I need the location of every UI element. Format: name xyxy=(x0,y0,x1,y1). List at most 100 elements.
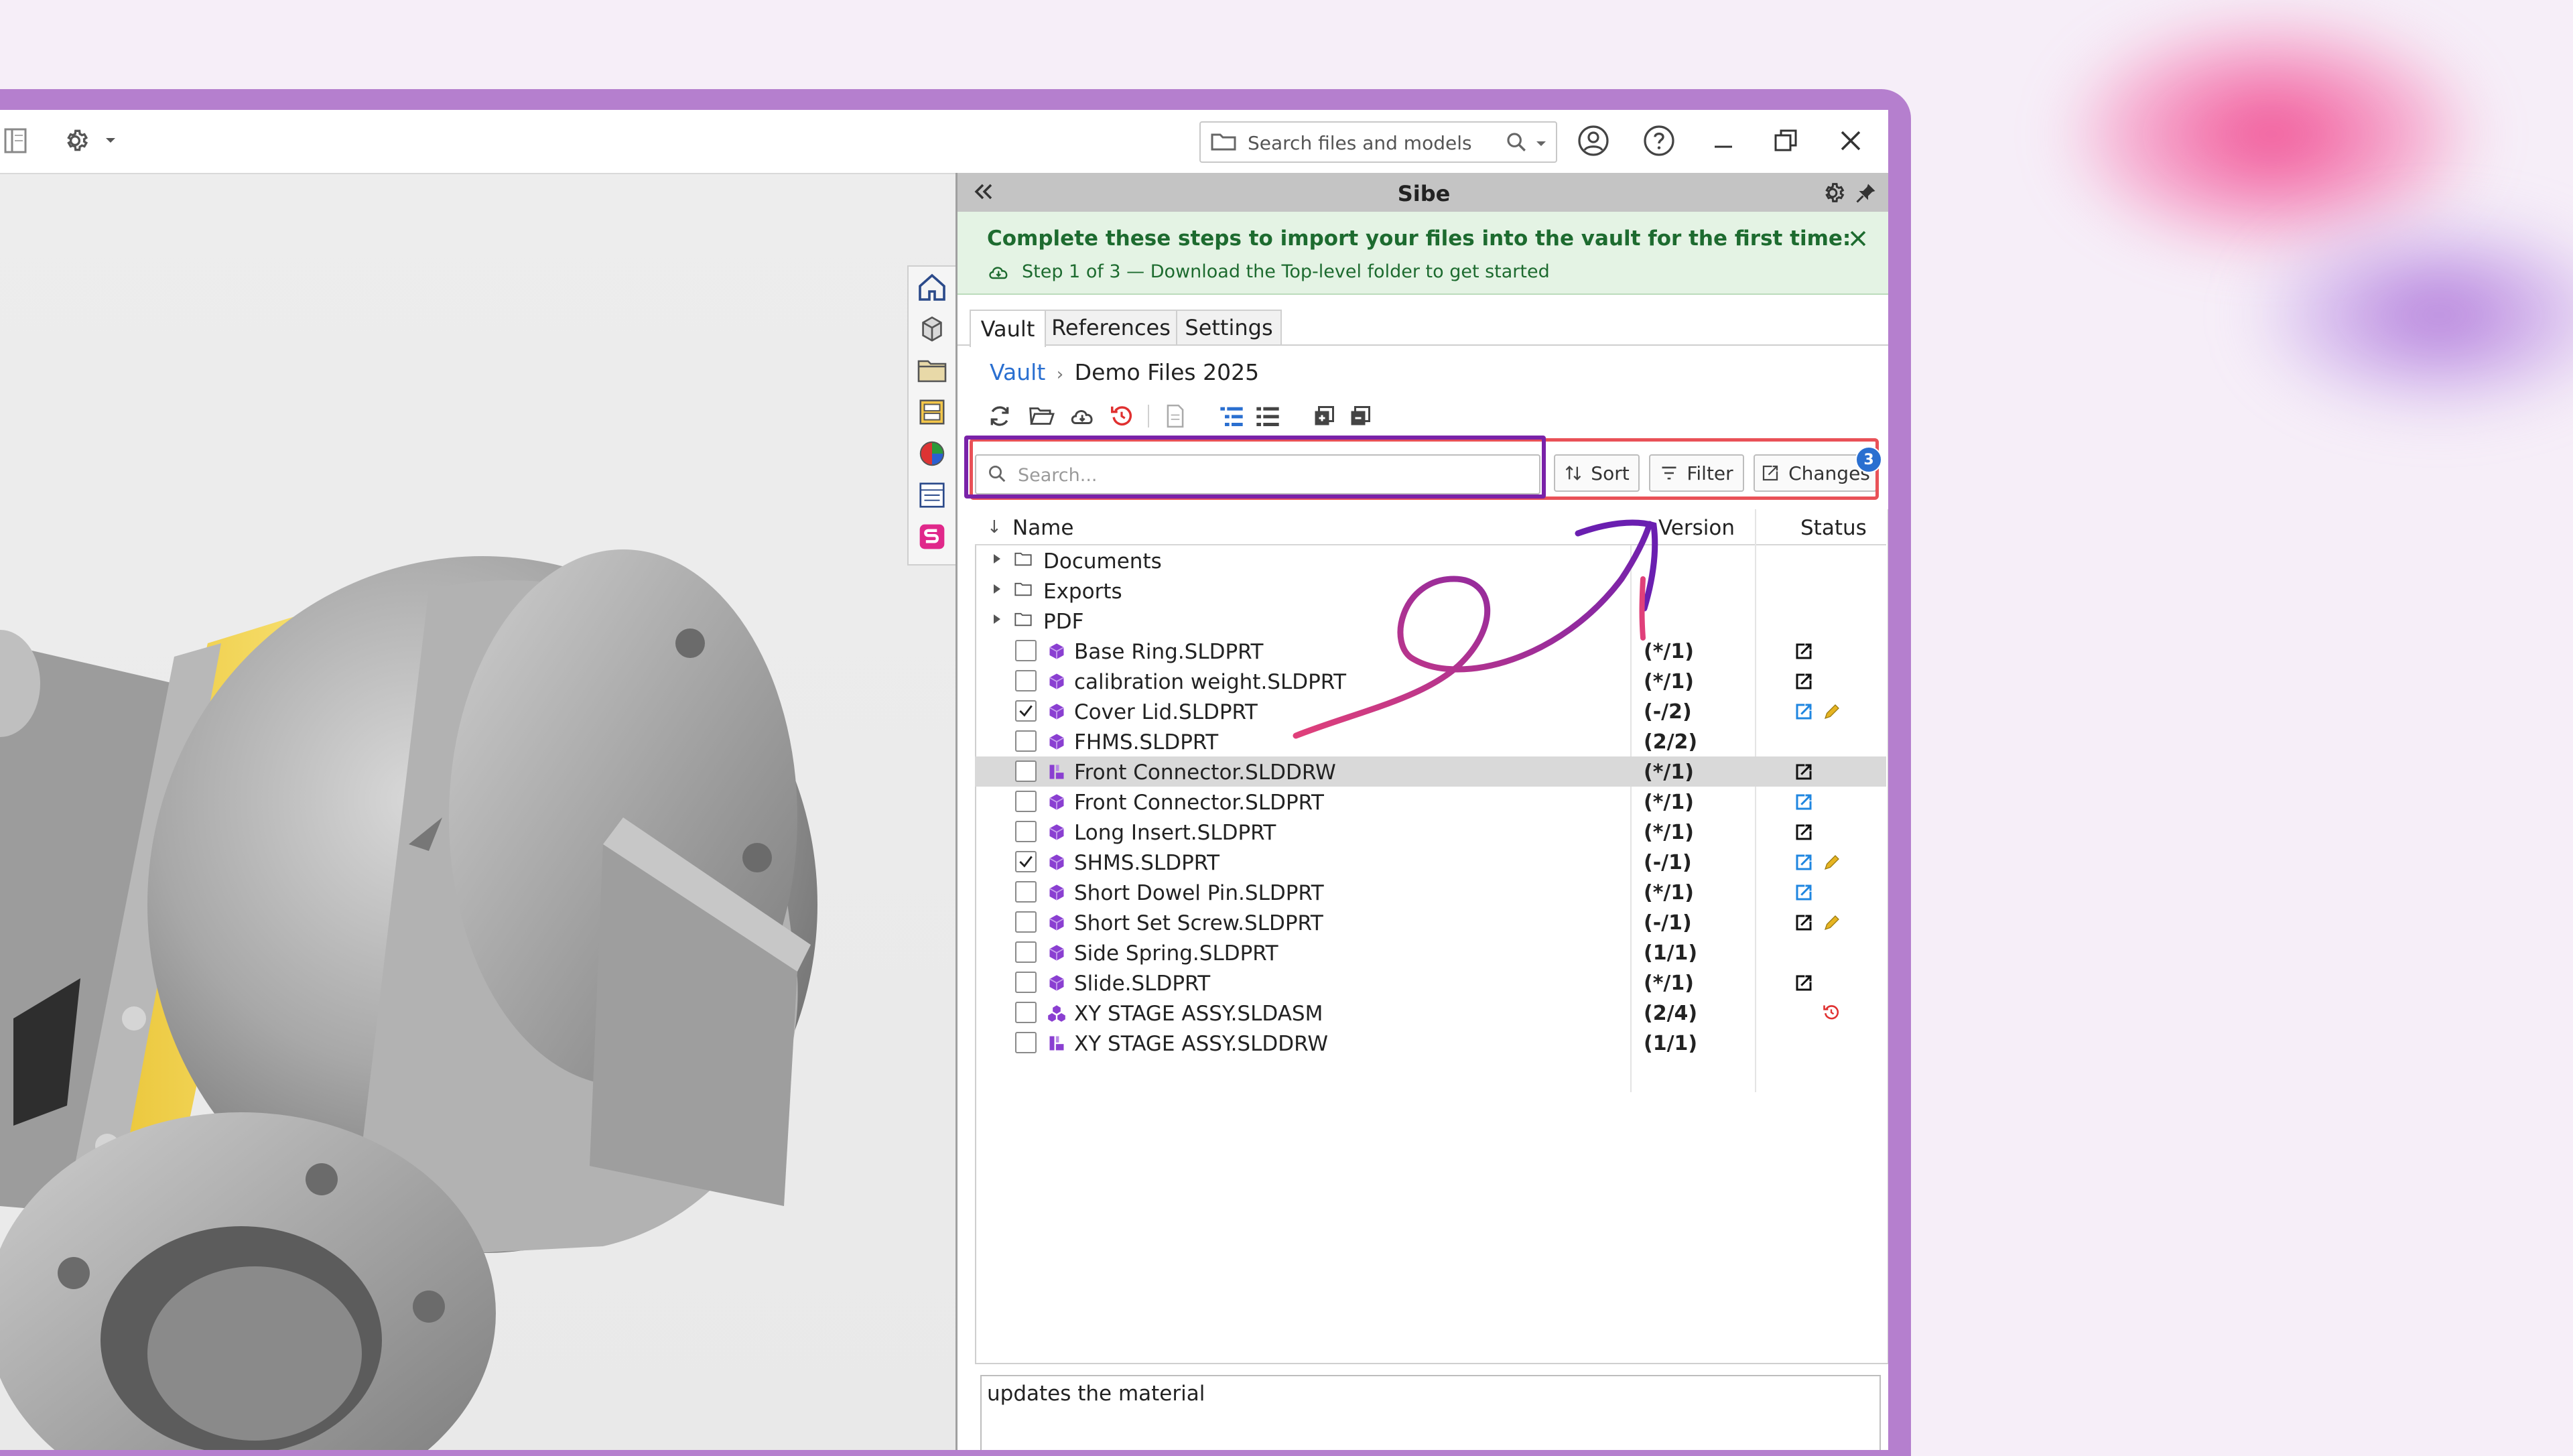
tab-settings[interactable]: Settings xyxy=(1176,310,1282,344)
breadcrumb-root[interactable]: Vault xyxy=(990,359,1045,385)
revert-icon[interactable] xyxy=(1106,401,1137,432)
export-icon[interactable] xyxy=(1794,913,1814,933)
gear-icon[interactable] xyxy=(1819,180,1846,209)
account-icon[interactable] xyxy=(1577,125,1609,157)
list-view-icon[interactable] xyxy=(1252,401,1283,432)
file-name: Front Connector.SLDPRT xyxy=(1074,791,1324,815)
pencil-icon[interactable] xyxy=(1822,852,1842,872)
export-icon[interactable] xyxy=(1794,792,1814,812)
model-viewport[interactable] xyxy=(0,174,955,1450)
pin-icon[interactable] xyxy=(1854,181,1878,208)
file-checkbox[interactable] xyxy=(1015,670,1037,691)
folder-row[interactable]: Documents xyxy=(975,545,1886,576)
search-icon[interactable] xyxy=(1505,131,1528,156)
file-version: (-/2) xyxy=(1644,700,1692,724)
chevron-down-icon[interactable] xyxy=(1536,137,1546,150)
file-checkbox[interactable] xyxy=(1015,972,1037,993)
parts-library-icon[interactable] xyxy=(909,308,955,350)
file-checkbox[interactable] xyxy=(1015,791,1037,812)
file-row[interactable]: Front Connector.SLDPRT (*/1) xyxy=(975,787,1886,817)
refresh-icon[interactable] xyxy=(984,401,1015,432)
file-row[interactable]: Short Dowel Pin.SLDPRT (*/1) xyxy=(975,877,1886,907)
gear-icon[interactable] xyxy=(59,125,91,157)
file-row[interactable]: SHMS.SLDPRT (-/1) xyxy=(975,847,1886,877)
export-icon[interactable] xyxy=(1794,641,1814,661)
file-row[interactable]: Side Spring.SLDPRT (1/1) xyxy=(975,937,1886,968)
column-name[interactable]: Name xyxy=(1012,516,1073,540)
file-checkbox[interactable] xyxy=(1015,911,1037,933)
file-checkbox[interactable] xyxy=(1015,760,1037,782)
sibe-logo-icon[interactable] xyxy=(909,516,955,557)
document-icon[interactable] xyxy=(1160,401,1191,432)
expand-arrow-icon[interactable] xyxy=(992,614,1002,627)
file-checkbox[interactable] xyxy=(1015,941,1037,963)
export-icon[interactable] xyxy=(1794,702,1814,722)
banner-step: Step 1 of 3 — Download the Top-level fol… xyxy=(1022,261,1550,282)
tab-references[interactable]: References xyxy=(1045,310,1177,344)
file-row[interactable]: XY STAGE ASSY.SLDDRW (1/1) xyxy=(975,1028,1886,1058)
sort-direction-icon[interactable]: ↓ xyxy=(987,517,1002,537)
chevron-down-icon[interactable] xyxy=(101,125,121,157)
file-name: Short Set Screw.SLDPRT xyxy=(1074,911,1323,935)
part-file-icon xyxy=(1047,672,1066,691)
file-checkbox[interactable] xyxy=(1015,881,1037,903)
collapse-all-icon[interactable] xyxy=(1345,401,1376,432)
cloud-download-icon[interactable] xyxy=(1067,401,1098,432)
column-status[interactable]: Status xyxy=(1800,516,1867,540)
custom-properties-icon[interactable] xyxy=(909,474,955,516)
export-icon[interactable] xyxy=(1794,882,1814,903)
export-icon[interactable] xyxy=(1794,671,1814,691)
help-icon[interactable] xyxy=(1643,125,1675,157)
folder-row[interactable]: Exports xyxy=(975,576,1886,606)
file-name: Slide.SLDPRT xyxy=(1074,972,1211,996)
file-checkbox[interactable] xyxy=(1015,730,1037,752)
home-icon[interactable] xyxy=(909,267,955,308)
export-icon[interactable] xyxy=(1794,852,1814,872)
column-version[interactable]: Version xyxy=(1658,516,1735,540)
file-row[interactable]: XY STAGE ASSY.SLDASM (2/4) xyxy=(975,998,1886,1028)
close-icon[interactable] xyxy=(1849,229,1867,251)
folder-name: Exports xyxy=(1043,580,1122,604)
export-icon[interactable] xyxy=(1794,973,1814,993)
file-version: (*/1) xyxy=(1644,791,1694,814)
close-icon[interactable] xyxy=(1835,125,1867,157)
file-checkbox[interactable] xyxy=(1015,821,1037,842)
open-folder-icon[interactable] xyxy=(1026,401,1057,432)
tree-view-icon[interactable] xyxy=(1216,401,1247,432)
expand-all-icon[interactable] xyxy=(1309,401,1339,432)
file-row[interactable]: Cover Lid.SLDPRT (-/2) xyxy=(975,696,1886,726)
file-row[interactable]: Front Connector.SLDDRW (*/1) xyxy=(975,756,1886,787)
file-checkbox[interactable] xyxy=(1015,700,1037,722)
folder-row[interactable]: PDF xyxy=(975,606,1886,636)
global-search-box[interactable]: Search files and models xyxy=(1199,121,1557,163)
pencil-icon[interactable] xyxy=(1822,702,1842,722)
export-icon[interactable] xyxy=(1794,822,1814,842)
file-explorer-icon[interactable] xyxy=(909,350,955,391)
file-checkbox[interactable] xyxy=(1015,851,1037,872)
comment-box[interactable]: updates the material xyxy=(980,1375,1881,1450)
file-row[interactable]: Base Ring.SLDPRT (*/1) xyxy=(975,636,1886,666)
folder-name: PDF xyxy=(1043,610,1084,634)
appearances-icon[interactable] xyxy=(909,433,955,474)
file-version: (*/1) xyxy=(1644,972,1694,995)
export-icon[interactable] xyxy=(1794,762,1814,782)
expand-arrow-icon[interactable] xyxy=(992,553,1002,567)
minimize-icon[interactable] xyxy=(1707,125,1739,157)
tab-vault[interactable]: Vault xyxy=(970,310,1046,347)
panel-toggle-icon[interactable] xyxy=(0,125,32,157)
file-version: (2/4) xyxy=(1644,1002,1698,1025)
file-row[interactable]: FHMS.SLDPRT (2/2) xyxy=(975,726,1886,756)
file-checkbox[interactable] xyxy=(1015,1032,1037,1053)
file-row[interactable]: calibration weight.SLDPRT (*/1) xyxy=(975,666,1886,696)
revert-icon[interactable] xyxy=(1822,1003,1842,1023)
view-palette-icon[interactable] xyxy=(909,391,955,433)
file-table-header: ↓ Name Version Status xyxy=(975,509,1886,545)
restore-icon[interactable] xyxy=(1770,125,1802,157)
expand-arrow-icon[interactable] xyxy=(992,584,1002,597)
file-row[interactable]: Long Insert.SLDPRT (*/1) xyxy=(975,817,1886,847)
file-row[interactable]: Short Set Screw.SLDPRT (-/1) xyxy=(975,907,1886,937)
file-row[interactable]: Slide.SLDPRT (*/1) xyxy=(975,968,1886,998)
file-checkbox[interactable] xyxy=(1015,640,1037,661)
pencil-icon[interactable] xyxy=(1822,913,1842,933)
file-checkbox[interactable] xyxy=(1015,1002,1037,1023)
